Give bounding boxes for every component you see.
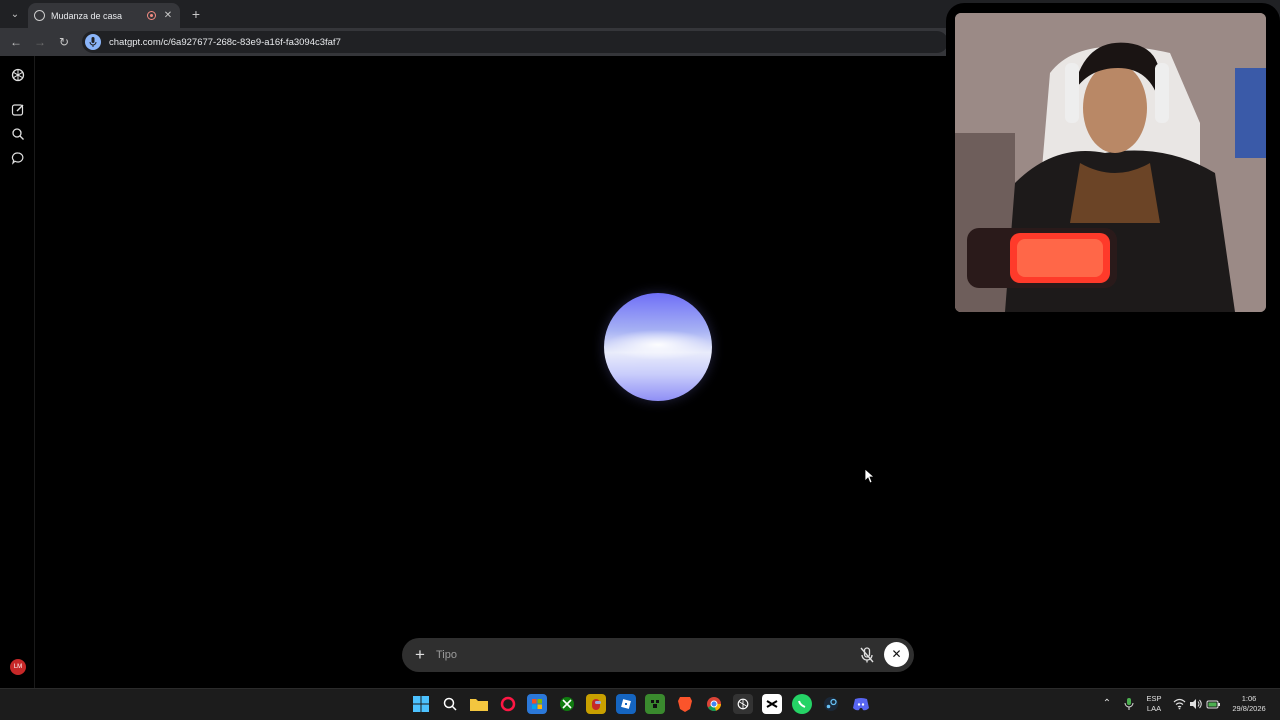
- chrome-icon[interactable]: [704, 694, 724, 714]
- volume-icon[interactable]: [1189, 698, 1202, 710]
- tray-overflow-chevron-icon[interactable]: ⌃: [1101, 697, 1113, 711]
- add-attachment-icon[interactable]: +: [412, 645, 428, 665]
- language-code: ESP: [1146, 694, 1162, 703]
- tab-title: Mudanza de casa: [51, 10, 123, 21]
- opera-gx-icon[interactable]: [498, 694, 518, 714]
- capcut-icon[interactable]: [762, 694, 782, 714]
- windows-start-icon[interactable]: [411, 694, 431, 714]
- chat-bubble-icon[interactable]: [10, 150, 26, 166]
- recording-indicator-icon: [147, 11, 156, 20]
- microsoft-store-icon[interactable]: [527, 694, 547, 714]
- mouse-cursor-icon: [864, 468, 874, 484]
- search-icon[interactable]: [10, 126, 26, 142]
- url-text: chatgpt.com/c/6a927677-268c-83e9-a16f-fa…: [109, 36, 341, 48]
- tray-microphone-icon[interactable]: [1124, 697, 1134, 711]
- browser-tab[interactable]: Mudanza de casa ✕: [28, 3, 180, 28]
- chatgpt-logo-icon[interactable]: [10, 67, 26, 83]
- roblox-icon[interactable]: [616, 694, 636, 714]
- new-tab-button[interactable]: +: [188, 6, 204, 22]
- xbox-icon[interactable]: [557, 694, 577, 714]
- discord-icon[interactable]: [851, 694, 871, 714]
- wifi-icon[interactable]: [1173, 698, 1186, 710]
- clock-time: 1:06: [1241, 694, 1257, 703]
- minecraft-icon[interactable]: [645, 694, 665, 714]
- keyboard-language[interactable]: ESP LAA: [1143, 694, 1165, 714]
- forward-arrow-icon[interactable]: →: [31, 33, 49, 51]
- reload-icon[interactable]: ↻: [55, 33, 73, 51]
- clock[interactable]: 1:06 29/8/2026: [1226, 694, 1272, 714]
- tab-list-chevron-icon[interactable]: ⌄: [6, 5, 24, 23]
- chatgpt-favicon-icon: [34, 10, 45, 21]
- file-explorer-icon[interactable]: [469, 694, 489, 714]
- among-us-icon[interactable]: [586, 694, 606, 714]
- keyboard-layout: LAA: [1146, 704, 1162, 713]
- tab-close-icon[interactable]: ✕: [162, 10, 174, 21]
- webcam-feed: [955, 13, 1266, 312]
- avatar[interactable]: LM: [10, 659, 26, 675]
- windows-taskbar: [0, 688, 1280, 720]
- clock-date: 29/8/2026: [1232, 704, 1266, 713]
- back-arrow-icon[interactable]: ←: [7, 33, 25, 51]
- whatsapp-icon[interactable]: [792, 694, 812, 714]
- message-input[interactable]: [436, 646, 836, 664]
- brave-icon[interactable]: [675, 694, 695, 714]
- battery-icon[interactable]: [1206, 698, 1221, 710]
- address-bar[interactable]: chatgpt.com/c/6a927677-268c-83e9-a16f-fa…: [82, 31, 948, 53]
- taskbar-search-icon[interactable]: [440, 694, 460, 714]
- microphone-site-icon[interactable]: [85, 34, 101, 50]
- voice-mode-orb: [604, 293, 712, 401]
- end-voice-button[interactable]: ✕: [884, 642, 909, 667]
- new-chat-icon[interactable]: [10, 102, 26, 118]
- mic-off-icon[interactable]: [859, 646, 875, 664]
- chatgpt-icon[interactable]: [733, 694, 753, 714]
- steam-icon[interactable]: [821, 694, 841, 714]
